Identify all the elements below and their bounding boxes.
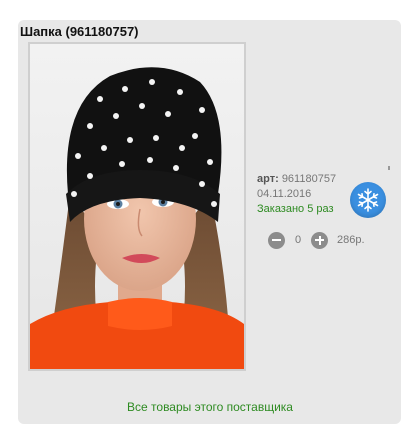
minus-icon	[272, 239, 281, 241]
divider-mark	[388, 166, 390, 170]
decrease-button[interactable]	[268, 231, 285, 249]
ordered-count: Заказано 5 раз	[257, 203, 334, 215]
price: 286р.	[337, 234, 365, 246]
art-label: арт:	[257, 173, 279, 185]
snowflake-icon	[350, 182, 386, 218]
quantity-value: 0	[294, 234, 302, 246]
product-image	[30, 44, 244, 369]
product-date: 04.11.2016	[257, 188, 312, 200]
art-value: 961180757	[281, 173, 337, 185]
increase-button[interactable]	[311, 231, 328, 249]
supplier-products-link[interactable]: Все товары этого поставщика	[0, 400, 412, 414]
product-title: Шапка (961180757)	[20, 24, 139, 39]
product-photo[interactable]	[28, 42, 246, 371]
quantity-stepper: 0 286р.	[268, 231, 365, 249]
product-info: арт: 961180757 04.11.2016 Заказано 5 раз	[257, 172, 336, 217]
